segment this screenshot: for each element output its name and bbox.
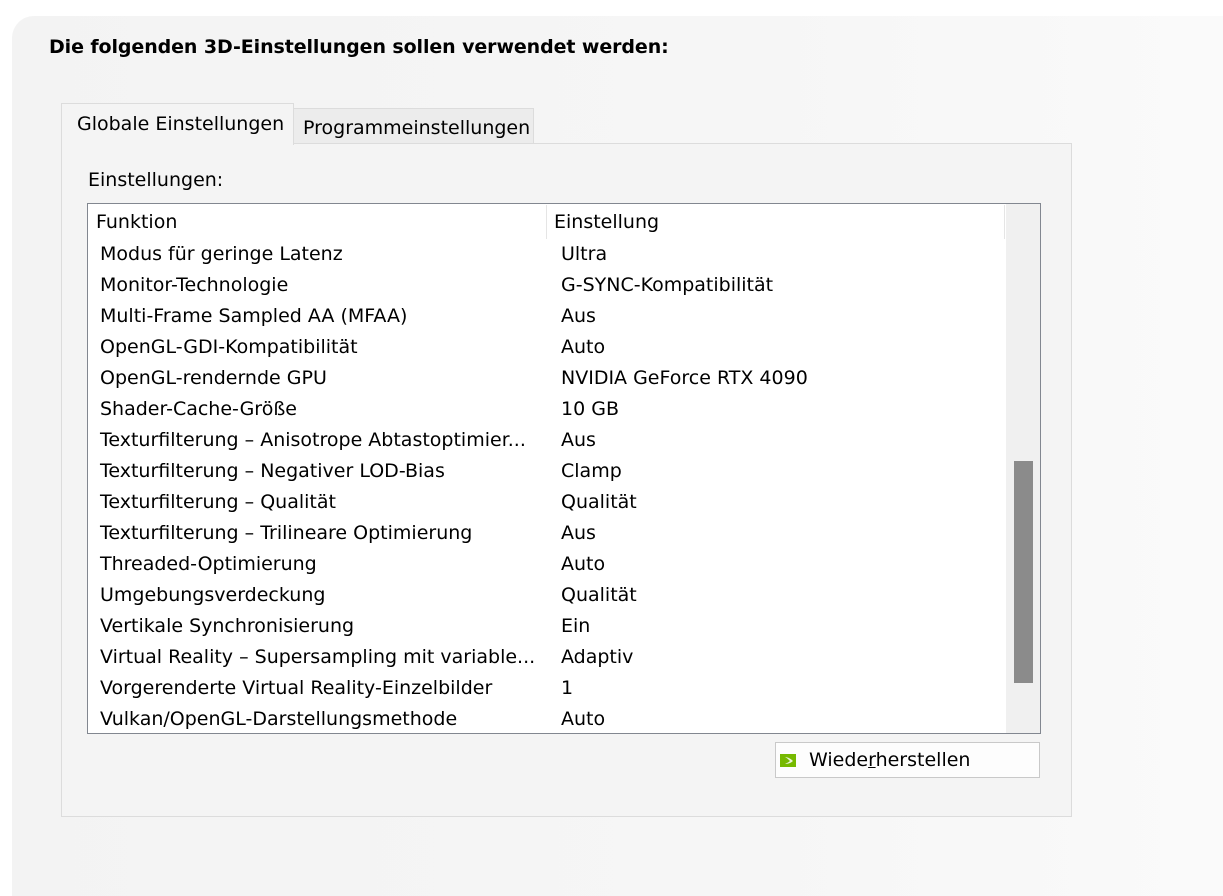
row-function: Texturfilterung – Negativer LOD-Bias — [100, 460, 445, 482]
row-setting: G-SYNC-Kompatibilität — [561, 274, 774, 296]
page-title: Die folgenden 3D-Einstellungen sollen ve… — [49, 36, 669, 58]
row-function: Threaded-Optimierung — [100, 553, 317, 575]
row-setting: Qualität — [561, 491, 637, 513]
row-setting: Aus — [561, 429, 596, 451]
row-function: Multi-Frame Sampled AA (MFAA) — [100, 305, 408, 327]
settings-list[interactable]: Funktion Einstellung Modus für geringe L… — [87, 203, 1041, 734]
row-setting: 10 GB — [561, 398, 619, 420]
table-row[interactable]: Texturfilterung – Anisotrope Abtastoptim… — [88, 425, 1006, 456]
column-divider[interactable] — [546, 205, 547, 239]
row-function: OpenGL-GDI-Kompatibilität — [100, 336, 358, 358]
table-row[interactable]: Threaded-Optimierung Auto — [88, 549, 1006, 580]
table-row[interactable]: Vorgerenderte Virtual Reality-Einzelbild… — [88, 673, 1006, 704]
row-setting: Adaptiv — [561, 646, 634, 668]
row-function: Modus für geringe Latenz — [100, 243, 343, 265]
nvidia-logo-icon — [780, 754, 796, 767]
table-row[interactable]: OpenGL-GDI-Kompatibilität Auto — [88, 332, 1006, 363]
table-row[interactable]: Texturfilterung – Trilineare Optimierung… — [88, 518, 1006, 549]
row-function: Texturfilterung – Qualität — [100, 491, 336, 513]
row-setting: Auto — [561, 708, 606, 730]
table-row[interactable]: OpenGL-rendernde GPU NVIDIA GeForce RTX 4… — [88, 363, 1006, 394]
row-function: Texturfilterung – Trilineare Optimierung — [100, 522, 473, 544]
row-setting: Auto — [561, 336, 606, 358]
row-setting: Ultra — [561, 243, 608, 265]
row-setting: Qualität — [561, 584, 637, 606]
row-setting: Aus — [561, 522, 596, 544]
row-function: Shader-Cache-Größe — [100, 398, 297, 420]
settings-label: Einstellungen: — [88, 169, 224, 191]
row-function: Monitor-Technologie — [100, 274, 289, 296]
table-row[interactable]: Shader-Cache-Größe 10 GB — [88, 394, 1006, 425]
tab-program-settings[interactable]: Programmeinstellungen — [293, 108, 534, 144]
row-setting: Aus — [561, 305, 596, 327]
column-header-setting[interactable]: Einstellung — [554, 209, 659, 235]
table-row[interactable]: Vertikale Synchronisierung Ein — [88, 611, 1006, 642]
table-row[interactable]: Umgebungsverdeckung Qualität — [88, 580, 1006, 611]
row-function: Vertikale Synchronisierung — [100, 615, 355, 637]
row-setting: NVIDIA GeForce RTX 4090 — [561, 367, 808, 389]
vertical-scrollbar[interactable] — [1006, 204, 1040, 733]
table-row[interactable]: Virtual Reality – Supersampling mit vari… — [88, 642, 1006, 673]
table-row[interactable]: Vulkan/OpenGL-Darstellungsmethode Auto — [88, 704, 1006, 733]
row-function: Vulkan/OpenGL-Darstellungsmethode — [100, 708, 458, 730]
row-function: Umgebungsverdeckung — [100, 584, 326, 606]
row-setting: Ein — [561, 615, 591, 637]
tab-global-settings[interactable]: Globale Einstellungen — [61, 103, 294, 145]
column-divider[interactable] — [1004, 205, 1005, 239]
restore-button-label: Wiederherstellen — [809, 749, 971, 771]
table-row[interactable]: Texturfilterung – Negativer LOD-Bias Clam… — [88, 456, 1006, 487]
row-setting: Clamp — [561, 460, 622, 482]
table-row[interactable]: Monitor-Technologie G-SYNC-Kompatibilität — [88, 270, 1006, 301]
table-row[interactable]: Texturfilterung – Qualität Qualität — [88, 487, 1006, 518]
row-function: Vorgerenderte Virtual Reality-Einzelbild… — [100, 677, 493, 699]
table-row[interactable]: Modus für geringe Latenz Ultra — [88, 239, 1006, 270]
scrollbar-thumb[interactable] — [1014, 461, 1033, 683]
row-function: Virtual Reality – Supersampling mit vari… — [100, 646, 536, 668]
column-header-function[interactable]: Funktion — [96, 209, 177, 235]
table-row[interactable]: Multi-Frame Sampled AA (MFAA) Aus — [88, 301, 1006, 332]
row-setting: 1 — [561, 677, 574, 699]
restore-button[interactable]: Wiederherstellen — [775, 742, 1040, 778]
row-function: OpenGL-rendernde GPU — [100, 367, 327, 389]
row-setting: Auto — [561, 553, 606, 575]
row-function: Texturfilterung – Anisotrope Abtastoptim… — [100, 429, 526, 451]
